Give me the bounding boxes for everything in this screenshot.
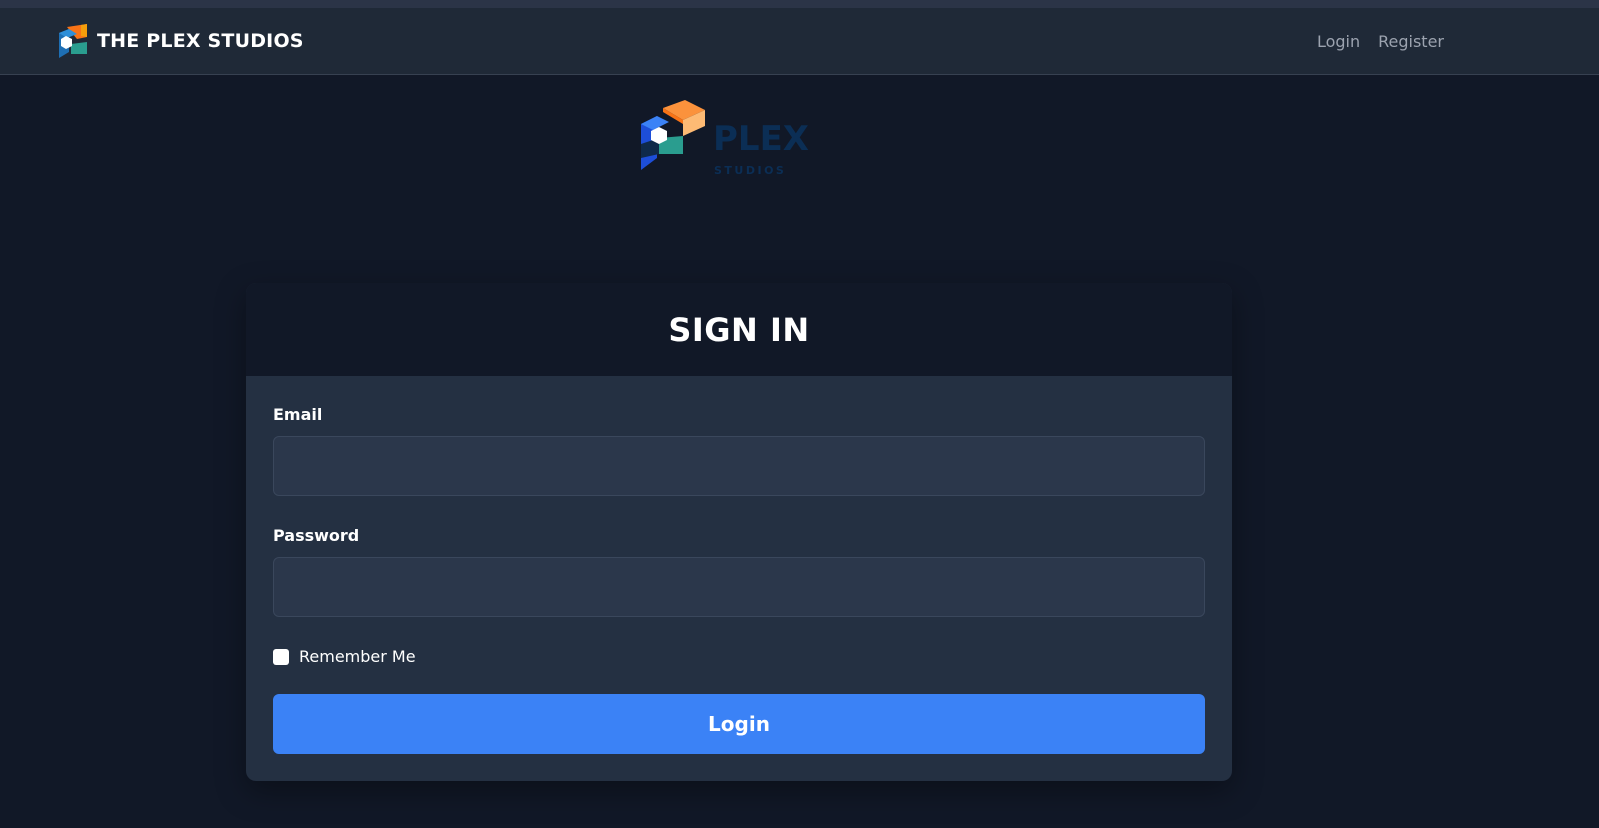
- nav-links: Login Register: [1317, 32, 1444, 51]
- login-button[interactable]: Login: [273, 694, 1205, 754]
- remember-me-row: Remember Me: [273, 647, 416, 666]
- logo-wordmark: PLEX: [713, 119, 809, 159]
- logo-tagline: STUDIOS: [714, 164, 786, 177]
- brand-name: THE PLEX STUDIOS: [97, 30, 304, 52]
- remember-me-label[interactable]: Remember Me: [299, 647, 416, 666]
- remember-me-checkbox[interactable]: [273, 648, 289, 665]
- nav-register-link[interactable]: Register: [1378, 32, 1444, 51]
- password-field[interactable]: [273, 557, 1205, 617]
- password-label: Password: [273, 526, 360, 545]
- nav-login-link[interactable]: Login: [1317, 32, 1360, 51]
- signin-header: SIGN IN: [246, 283, 1232, 376]
- signin-title: SIGN IN: [668, 310, 810, 349]
- email-field[interactable]: [273, 436, 1205, 496]
- email-label: Email: [273, 405, 323, 424]
- plex-cube-icon: [59, 24, 87, 58]
- signin-card: SIGN IN Email Password Remember Me Login: [246, 283, 1232, 781]
- window-top-strip: [0, 0, 1599, 8]
- brand-link[interactable]: THE PLEX STUDIOS: [57, 24, 304, 58]
- navbar: THE PLEX STUDIOS Login Register: [0, 8, 1599, 75]
- plex-studios-logo: PLEX STUDIOS: [641, 100, 809, 177]
